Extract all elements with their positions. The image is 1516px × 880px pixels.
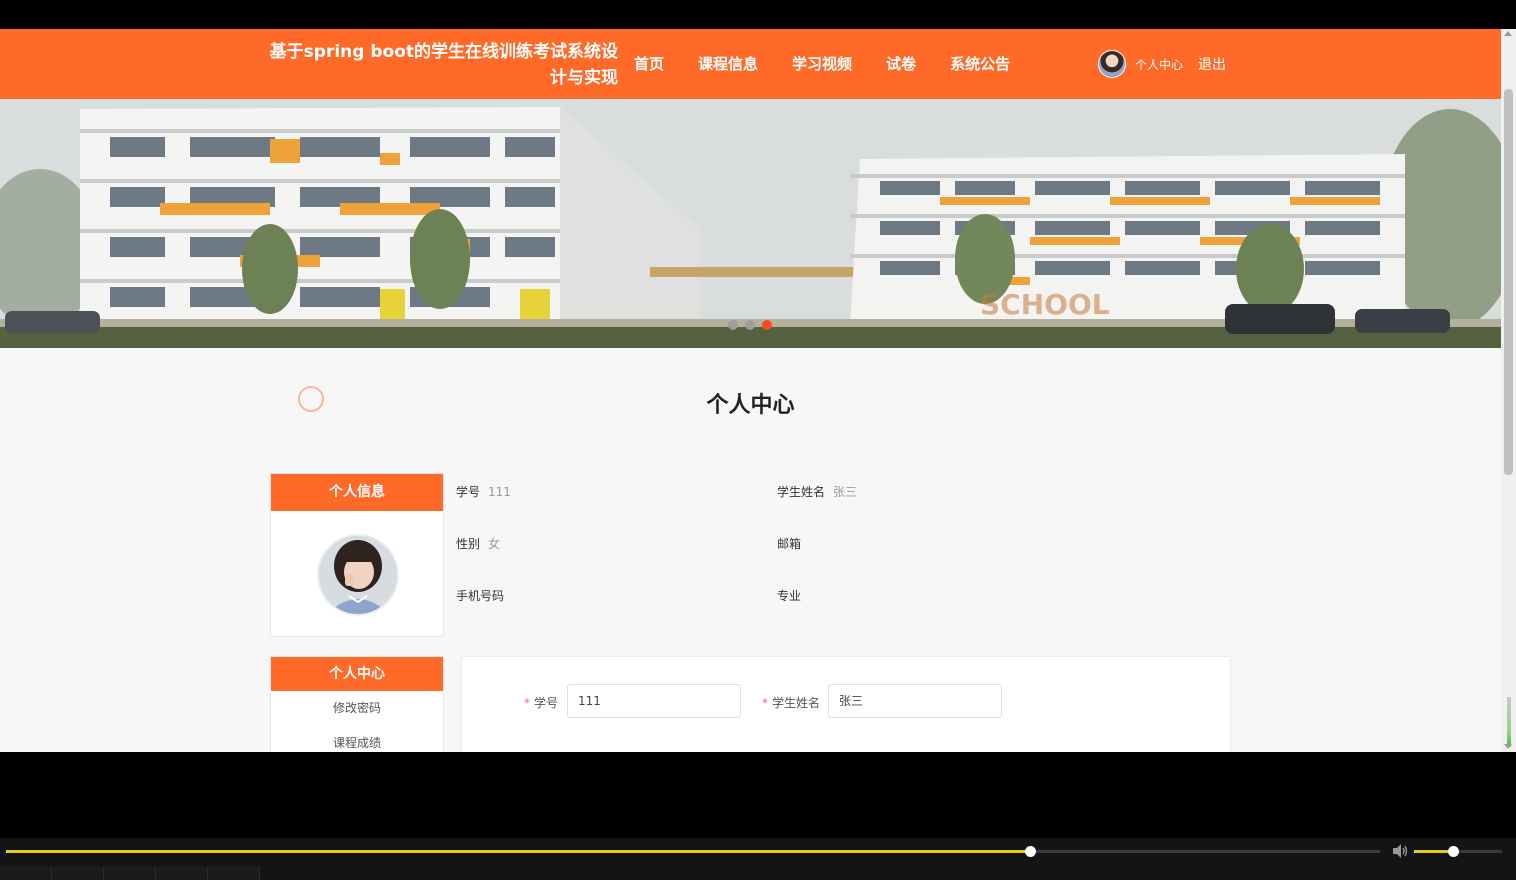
student-name-label: * 学生姓名 xyxy=(762,696,821,710)
info-major: 专业 xyxy=(777,589,802,603)
audio-level-meter xyxy=(1507,697,1511,747)
user-area: 个人中心 退出 xyxy=(1098,50,1226,78)
volume-icon[interactable] xyxy=(1392,844,1408,858)
carousel-indicators xyxy=(728,320,779,330)
school-building-image: SCHOOL xyxy=(0,99,1501,348)
scrollbar-thumb[interactable] xyxy=(1504,89,1513,475)
required-mark: * xyxy=(762,696,768,710)
volume-slider[interactable] xyxy=(1414,846,1502,857)
info-gender: 性别女 xyxy=(456,537,501,551)
video-player-controls xyxy=(0,838,1516,880)
logout-link[interactable]: 退出 xyxy=(1198,54,1226,74)
site-title[interactable]: 基于spring boot的学生在线训练考试系统设 计与实现 xyxy=(266,39,618,91)
menu-change-password[interactable]: 修改密码 xyxy=(271,691,443,726)
scroll-down-icon[interactable] xyxy=(1504,744,1512,749)
banner-carousel[interactable]: SCHOOL xyxy=(0,99,1501,348)
browser-viewport: 基于spring boot的学生在线训练考试系统设 计与实现 首页 课程信息 学… xyxy=(0,29,1501,752)
page-scrollbar[interactable] xyxy=(1501,29,1516,752)
student-id-input[interactable]: 111 xyxy=(567,684,741,718)
player-button[interactable] xyxy=(208,866,260,880)
screen: 基于spring boot的学生在线训练考试系统设 计与实现 首页 课程信息 学… xyxy=(0,0,1516,880)
required-mark: * xyxy=(524,696,530,710)
menu-course-grades[interactable]: 课程成绩 xyxy=(271,726,443,752)
playback-progress-bar[interactable] xyxy=(6,846,1380,857)
volume-slider-fill xyxy=(1414,850,1453,853)
main-nav: 首页 课程信息 学习视频 试卷 系统公告 xyxy=(634,51,1044,77)
banner-watermark: SCHOOL xyxy=(980,288,1110,321)
user-center-link[interactable]: 个人中心 xyxy=(1135,56,1183,73)
playback-progress-fill xyxy=(6,850,1030,853)
nav-exam-papers[interactable]: 试卷 xyxy=(886,51,916,77)
student-id-label: * 学号 xyxy=(524,696,559,710)
nav-announcements[interactable]: 系统公告 xyxy=(950,51,1010,77)
scroll-up-icon[interactable] xyxy=(1504,31,1512,36)
nav-home[interactable]: 首页 xyxy=(634,51,664,77)
profile-card: 个人信息 xyxy=(270,473,444,637)
student-name-input[interactable]: 张三 xyxy=(828,684,1002,718)
player-button[interactable] xyxy=(104,866,156,880)
nav-study-videos[interactable]: 学习视频 xyxy=(792,51,852,77)
profile-form: * 学号 111 * 学生姓名 张三 xyxy=(461,656,1231,752)
nav-course-info[interactable]: 课程信息 xyxy=(698,51,758,77)
site-header: 基于spring boot的学生在线训练考试系统设 计与实现 首页 课程信息 学… xyxy=(0,29,1501,99)
menu-card-title[interactable]: 个人中心 xyxy=(271,657,443,691)
user-center-menu: 个人中心 修改密码 课程成绩 xyxy=(270,656,444,752)
site-title-line1: 基于spring boot的学生在线训练考试系统设 xyxy=(269,42,618,62)
page-title: 个人中心 xyxy=(706,393,795,418)
player-button[interactable] xyxy=(52,866,104,880)
profile-photo xyxy=(317,534,399,616)
site-title-line2: 计与实现 xyxy=(550,68,618,88)
player-button[interactable] xyxy=(156,866,208,880)
info-student-id: 学号 111 xyxy=(456,485,511,499)
volume-slider-handle[interactable] xyxy=(1447,846,1459,857)
carousel-dot-2[interactable] xyxy=(745,320,755,330)
info-email: 邮箱 xyxy=(777,537,802,551)
carousel-dot-3[interactable] xyxy=(762,320,772,330)
user-avatar[interactable] xyxy=(1098,50,1126,78)
player-button[interactable] xyxy=(0,866,52,880)
info-phone: 手机号码 xyxy=(456,589,505,603)
playback-progress-handle[interactable] xyxy=(1024,846,1036,857)
info-student-name: 学生姓名 张三 xyxy=(777,485,858,499)
player-button-row xyxy=(0,866,260,880)
carousel-dot-1[interactable] xyxy=(728,320,738,330)
profile-card-title: 个人信息 xyxy=(271,474,443,511)
